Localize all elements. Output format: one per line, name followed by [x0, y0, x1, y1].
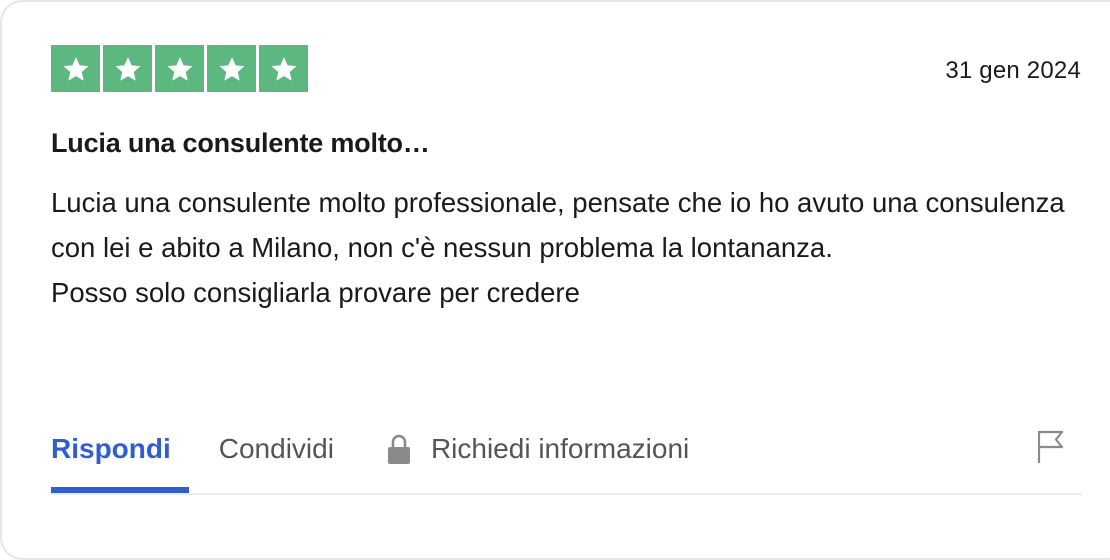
- review-title: Lucia una consulente molto…: [51, 128, 430, 158]
- star-icon: [103, 45, 152, 92]
- review-actions: Rispondi Condividi Richiedi informazioni: [51, 424, 689, 474]
- reply-button[interactable]: Rispondi: [51, 426, 171, 472]
- star-rating: [51, 45, 308, 92]
- reply-label: Rispondi: [51, 433, 171, 464]
- star-icon: [259, 45, 308, 92]
- star-icon: [51, 45, 100, 92]
- review-card: 31 gen 2024 Lucia una consulente molto… …: [0, 0, 1110, 560]
- star-icon: [155, 45, 204, 92]
- request-info-button[interactable]: Richiedi informazioni: [385, 426, 689, 472]
- divider: [51, 493, 1082, 495]
- share-button[interactable]: Condividi: [219, 426, 334, 472]
- request-info-label: Richiedi informazioni: [430, 433, 690, 464]
- flag-icon[interactable]: [1036, 429, 1066, 465]
- star-icon: [207, 45, 256, 92]
- review-body-paragraph: Lucia una consulente molto professionale…: [51, 187, 1065, 263]
- lock-icon: [385, 433, 413, 465]
- review-date: 31 gen 2024: [945, 57, 1081, 84]
- review-body-paragraph: Posso solo consigliarla provare per cred…: [51, 277, 580, 308]
- review-body: Lucia una consulente molto professionale…: [51, 180, 1071, 315]
- share-label: Condividi: [218, 433, 334, 464]
